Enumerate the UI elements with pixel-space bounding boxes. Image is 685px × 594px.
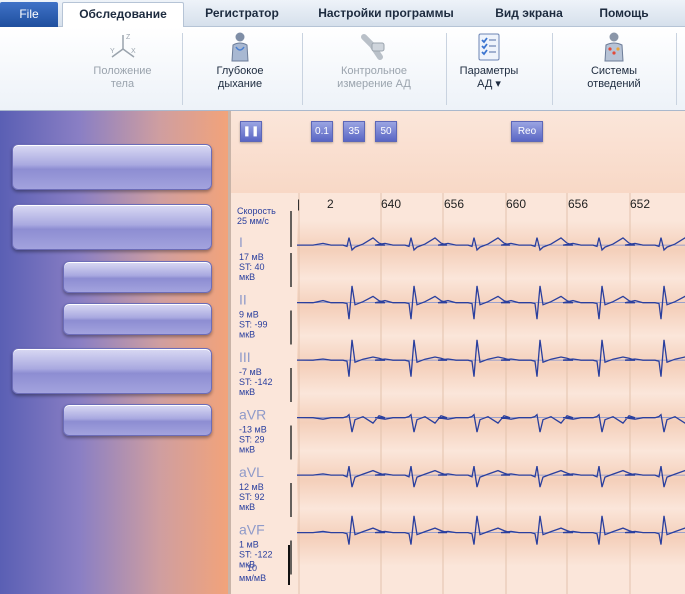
- ribbon-divider: [302, 33, 303, 105]
- scale-label: мм/мВ: [239, 573, 266, 583]
- tab-view[interactable]: Вид экрана: [484, 2, 574, 27]
- lead-amplitude-info: ST: -122: [239, 550, 273, 560]
- lead-amplitude-info: ST: 40: [239, 262, 265, 272]
- rr-interval-label: |: [297, 197, 300, 211]
- lead-amplitude-info: мкВ: [239, 445, 255, 455]
- filter-01-button[interactable]: 0.1: [311, 121, 333, 142]
- nav-button-1[interactable]: [12, 144, 212, 190]
- lead-amplitude-info: ST: 92: [239, 492, 265, 502]
- lead-amplitude-info: 9 мВ: [239, 310, 259, 320]
- lead-amplitude-info: -13 мВ: [239, 425, 267, 435]
- bp-params-label: Параметры АД ▾: [459, 65, 519, 90]
- svg-text:X: X: [131, 48, 136, 55]
- body-position-label: Положение тела: [93, 65, 152, 90]
- deep-breath-label: Глубокое дыхание: [216, 65, 264, 90]
- checklist-icon: [478, 33, 500, 61]
- ribbon-divider: [552, 33, 553, 105]
- rr-interval-label: 656: [568, 197, 588, 211]
- nav-button-2[interactable]: [12, 204, 212, 250]
- lead-amplitude-info: -7 мВ: [239, 367, 262, 377]
- rr-interval-label: 656: [444, 197, 464, 211]
- left-nav-panel: [0, 111, 228, 594]
- filter-50-button[interactable]: 50: [375, 121, 397, 142]
- filter-35-button[interactable]: 35: [343, 121, 365, 142]
- lead-band: [297, 451, 685, 509]
- ribbon-divider: [182, 33, 183, 105]
- lead-band: [297, 508, 685, 566]
- tab-settings[interactable]: Настройки программы: [305, 2, 467, 27]
- lead-name-avl: aVL: [239, 464, 264, 480]
- nav-button-3[interactable]: [12, 348, 212, 394]
- rr-interval-label: 2: [327, 197, 334, 211]
- svg-text:Z: Z: [126, 34, 131, 41]
- lead-band: [297, 393, 685, 451]
- bp-check-button[interactable]: Контрольное измерение АД: [310, 27, 438, 111]
- body-position-button[interactable]: Z Y X Положение тела: [70, 27, 175, 111]
- ecg-toolbar: ❚❚ 0.1 35 50 Reo: [228, 111, 685, 193]
- lead-amplitude-info: ST: -142: [239, 377, 273, 387]
- lead-amplitude-info: 1 мВ: [239, 540, 259, 550]
- lead-band: [297, 336, 685, 394]
- app-window: File Обследование Регистратор Настройки …: [0, 0, 685, 594]
- lead-amplitude-info: мкВ: [239, 330, 255, 340]
- lead-amplitude-info: ST: -99: [239, 320, 268, 330]
- lead-name-ii: II: [239, 292, 247, 308]
- rr-interval-label: 640: [381, 197, 401, 211]
- rr-interval-label: 652: [630, 197, 650, 211]
- lead-systems-button[interactable]: Системы отведений: [558, 27, 670, 111]
- lead-name-avf: aVF: [239, 522, 265, 538]
- nav-sub-button-3[interactable]: [63, 404, 212, 436]
- deep-breath-button[interactable]: Глубокое дыхание: [188, 27, 292, 111]
- lead-band: [297, 278, 685, 336]
- reo-button[interactable]: Reo: [511, 121, 543, 142]
- ecg-display: | 2 640 656 660 656 652 Скорость 25 мм/с I 17 мВ ST…: [228, 193, 685, 594]
- tab-help[interactable]: Помощь: [590, 2, 658, 27]
- lead-amplitude-info: мкВ: [239, 272, 255, 282]
- lead-amplitude-info: 12 мВ: [239, 482, 264, 492]
- speed-label: 25 мм/с: [237, 216, 269, 226]
- lead-name-i: I: [239, 234, 243, 250]
- axes-icon: Z Y X: [110, 34, 136, 58]
- tab-exam[interactable]: Обследование: [62, 2, 184, 28]
- arm-cuff-icon: [361, 34, 385, 60]
- ribbon-tabbar: File Обследование Регистратор Настройки …: [0, 0, 685, 28]
- nav-sub-button-2[interactable]: [63, 303, 212, 335]
- lead-amplitude-info: ST: 29: [239, 435, 265, 445]
- nav-sub-button-1[interactable]: [63, 261, 212, 293]
- person-icon: [231, 32, 249, 62]
- bp-params-button[interactable]: Параметры АД ▾: [446, 27, 532, 111]
- rr-interval-label: 660: [506, 197, 526, 211]
- ecg-traces: | 2 640 656 660 656 652Скорость25 мм/сI17 мВST…: [237, 193, 685, 594]
- lead-amplitude-info: мкВ: [239, 387, 255, 397]
- pause-button[interactable]: ❚❚: [240, 121, 262, 142]
- tab-file[interactable]: File: [0, 2, 58, 27]
- ribbon-divider: [676, 33, 677, 105]
- bp-check-label: Контрольное измерение АД: [337, 65, 411, 90]
- svg-text:Y: Y: [110, 48, 115, 55]
- tab-registrator[interactable]: Регистратор: [192, 2, 292, 27]
- ribbon-panel: Z Y X Положение тела Глубокое дыхание Ко…: [0, 27, 685, 111]
- lead-band: [297, 221, 685, 279]
- scale-label: 10: [247, 563, 257, 573]
- lead-amplitude-info: мкВ: [239, 502, 255, 512]
- torso-leads-icon: [604, 32, 624, 62]
- lead-amplitude-info: 17 мВ: [239, 252, 264, 262]
- lead-systems-label: Системы отведений: [587, 65, 641, 90]
- speed-label: Скорость: [237, 206, 276, 216]
- lead-name-iii: III: [239, 349, 251, 365]
- lead-name-avr: aVR: [239, 407, 266, 423]
